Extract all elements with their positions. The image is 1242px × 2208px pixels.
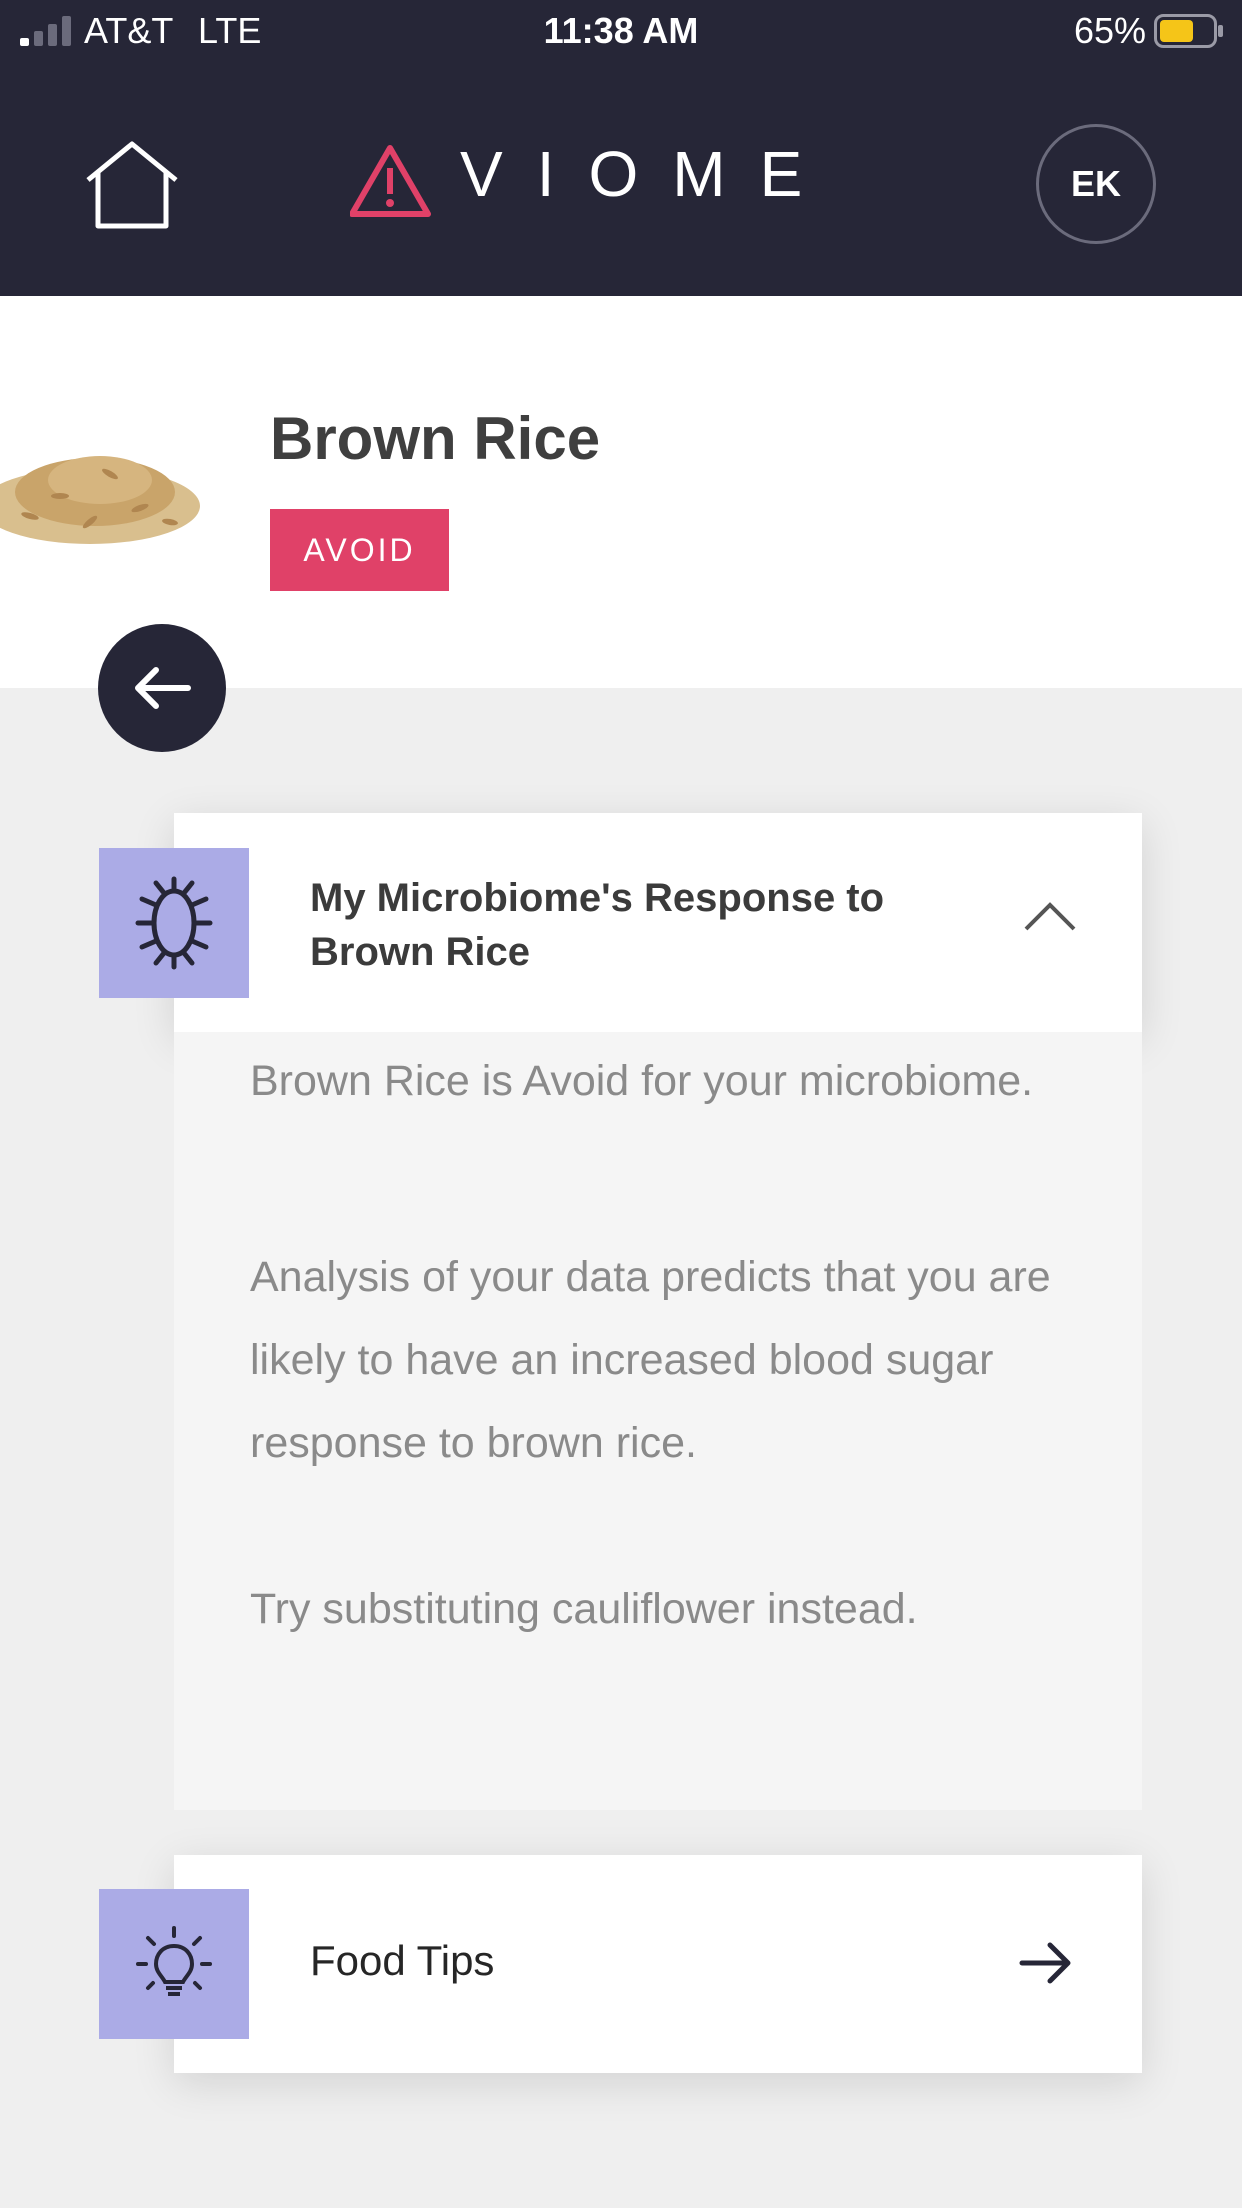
clock: 11:38 AM [543,10,699,51]
battery-percentage: 65% [1073,10,1146,51]
arrow-left-icon [135,667,191,709]
card-title: Food Tips [310,1937,495,1984]
back-button[interactable] [98,624,226,752]
viome-logo: VIOME [350,140,836,217]
microbiome-response-details: Brown Rice is Avoid for your microbiome.… [174,1032,1142,1810]
brown-rice-image [0,456,200,544]
food-title: Brown Rice [270,405,601,472]
bacteria-icon [99,848,249,998]
food-tips-card[interactable]: Food Tips [99,1855,1142,2073]
lightbulb-icon [99,1889,249,2039]
card-title: My Microbiome's Response to Brown Rice [310,876,885,974]
app-header: AT&T LTE 11:38 AM 65% VIOME EK [0,0,1242,296]
detail-paragraph: Try substituting cauliflower instead. [250,1585,918,1633]
status-badge: AVOID [270,509,449,591]
arrow-right-icon[interactable] [1018,1941,1074,1985]
battery-icon [1154,14,1223,48]
microbiome-response-card[interactable]: My Microbiome's Response to Brown Rice [99,813,1142,1032]
detail-paragraph: Brown Rice is Avoid for your microbiome. [250,1057,1034,1105]
avatar[interactable]: EK [1036,124,1156,244]
chevron-up-icon[interactable] [1022,895,1078,935]
logo-text: VIOME [460,140,836,210]
status-bar: AT&T LTE 11:38 AM 65% [0,0,1242,62]
detail-paragraph: Analysis of your data predicts that you … [250,1253,1051,1467]
home-button[interactable] [82,140,182,230]
